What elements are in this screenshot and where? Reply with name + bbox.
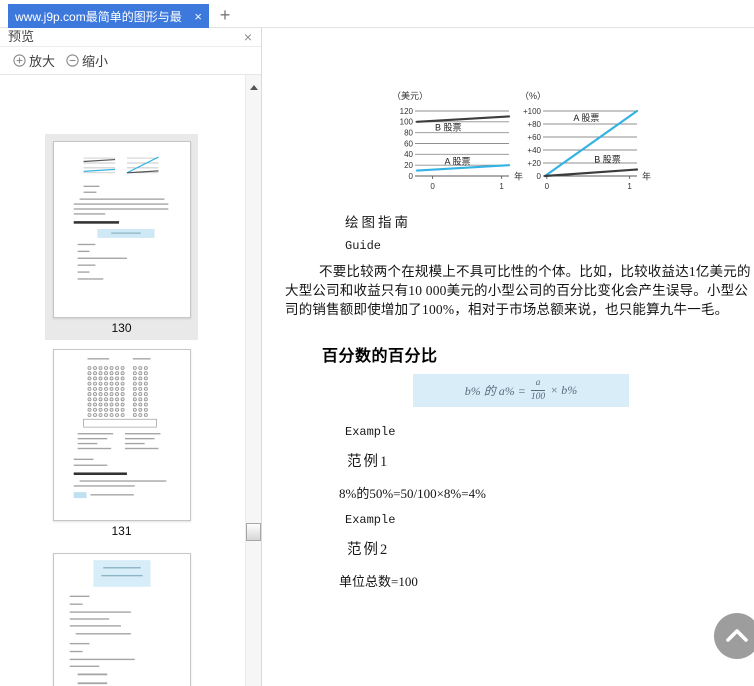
stock-percent-chart: （%） +100 +80 +60 +40 +20 0 0 1 年 A 股票 B 股票 [518, 87, 668, 199]
example1-body: 8%的50%=50/100×8%=4% [339, 486, 486, 501]
tab-title: www.j9p.com最简单的图形与最 [15, 9, 182, 24]
svg-text:0: 0 [537, 172, 542, 181]
scrollbar-up-arrow-icon[interactable] [250, 85, 258, 90]
svg-text:80: 80 [404, 128, 413, 137]
browser-tab-bar: www.j9p.com最简单的图形与最 × + [0, 0, 754, 28]
thumbnail-item-130[interactable]: 130 [45, 134, 198, 340]
thumbnail-page-number: 131 [111, 524, 132, 538]
svg-text:0: 0 [430, 182, 435, 191]
svg-text:（美元）: （美元） [392, 90, 428, 101]
tab-close-icon[interactable]: × [194, 10, 202, 23]
formula-left: b% 的 a% = [464, 384, 526, 398]
zoom-out-icon[interactable] [66, 54, 79, 67]
svg-text:+20: +20 [527, 159, 541, 168]
svg-text:年: 年 [642, 171, 651, 182]
thumbnail-preview-132 [52, 553, 191, 686]
zoom-in-button[interactable]: 放大 [29, 51, 55, 70]
svg-text:+80: +80 [527, 120, 541, 129]
svg-text:1: 1 [499, 182, 504, 191]
thumbnail-preview-131 [52, 349, 191, 521]
svg-text:20: 20 [404, 161, 413, 170]
svg-text:+100: +100 [523, 107, 542, 116]
svg-text:+60: +60 [527, 133, 541, 142]
sidebar-scrollbar[interactable] [245, 75, 261, 686]
fraction-bar [530, 390, 546, 391]
svg-text:0: 0 [409, 172, 414, 181]
scroll-to-top-button[interactable] [714, 613, 754, 659]
svg-text:1: 1 [627, 182, 632, 191]
section-heading: 百分数的百分比 [322, 348, 438, 365]
formula-right: × b% [550, 383, 578, 397]
example2-name: 范例2 [347, 542, 390, 558]
guide-paragraph: 不要比较两个在规模上不具可比性的个体。比如，比较收益达1亿美元的大型公司和收益只… [285, 264, 751, 317]
sidebar-close-icon[interactable]: × [244, 30, 252, 44]
svg-text:40: 40 [404, 150, 413, 159]
formula-numerator: a [535, 377, 541, 388]
thumbnail-preview-130 [52, 141, 191, 318]
guide-title-zh: 绘图指南 [345, 215, 411, 230]
formula-denominator: 100 [530, 392, 546, 402]
svg-text:60: 60 [404, 139, 413, 148]
example1-name: 范例1 [347, 454, 390, 470]
guide-title-en: Guide [345, 239, 382, 253]
svg-text:B 股票: B 股票 [594, 154, 621, 164]
sidebar-title: 预览 [8, 29, 35, 44]
preview-sidebar: 预览 × 放大 缩小 130 131 [0, 28, 262, 686]
chevron-up-icon [726, 629, 748, 642]
svg-text:（%）: （%） [520, 91, 546, 101]
thumbnail-page-number: 130 [111, 321, 132, 335]
formula-box: b% 的 a% = a 100 × b% [413, 374, 629, 407]
sidebar-header: 预览 × [0, 28, 261, 47]
zoom-toolbar: 放大 缩小 [0, 47, 261, 75]
document-viewer: （美元） 120 100 80 60 40 20 0 0 1 年 B 股票 A 股票 （%） +100 +8… [263, 28, 754, 686]
new-tab-button[interactable]: + [212, 4, 238, 28]
thumbnail-item-131[interactable]: 131 [45, 342, 198, 543]
example1-label: Example [345, 425, 396, 439]
formula-fraction: a 100 [530, 377, 546, 403]
svg-text:120: 120 [400, 107, 414, 116]
svg-text:0: 0 [545, 182, 550, 191]
thumbnail-list: 130 131 [0, 76, 245, 686]
svg-text:+40: +40 [527, 146, 541, 155]
example2-label: Example [345, 513, 396, 527]
zoom-out-button[interactable]: 缩小 [82, 51, 108, 70]
svg-text:100: 100 [400, 118, 414, 127]
svg-text:A 股票: A 股票 [573, 113, 599, 123]
browser-tab[interactable]: www.j9p.com最简单的图形与最 × [8, 4, 209, 28]
example2-body: 单位总数=100 [339, 574, 418, 589]
svg-text:A 股票: A 股票 [444, 156, 470, 166]
scrollbar-thumb[interactable] [246, 523, 261, 541]
thumbnail-item-132[interactable]: 132 [45, 546, 198, 686]
zoom-in-icon[interactable] [13, 54, 26, 67]
svg-text:B 股票: B 股票 [435, 123, 462, 133]
